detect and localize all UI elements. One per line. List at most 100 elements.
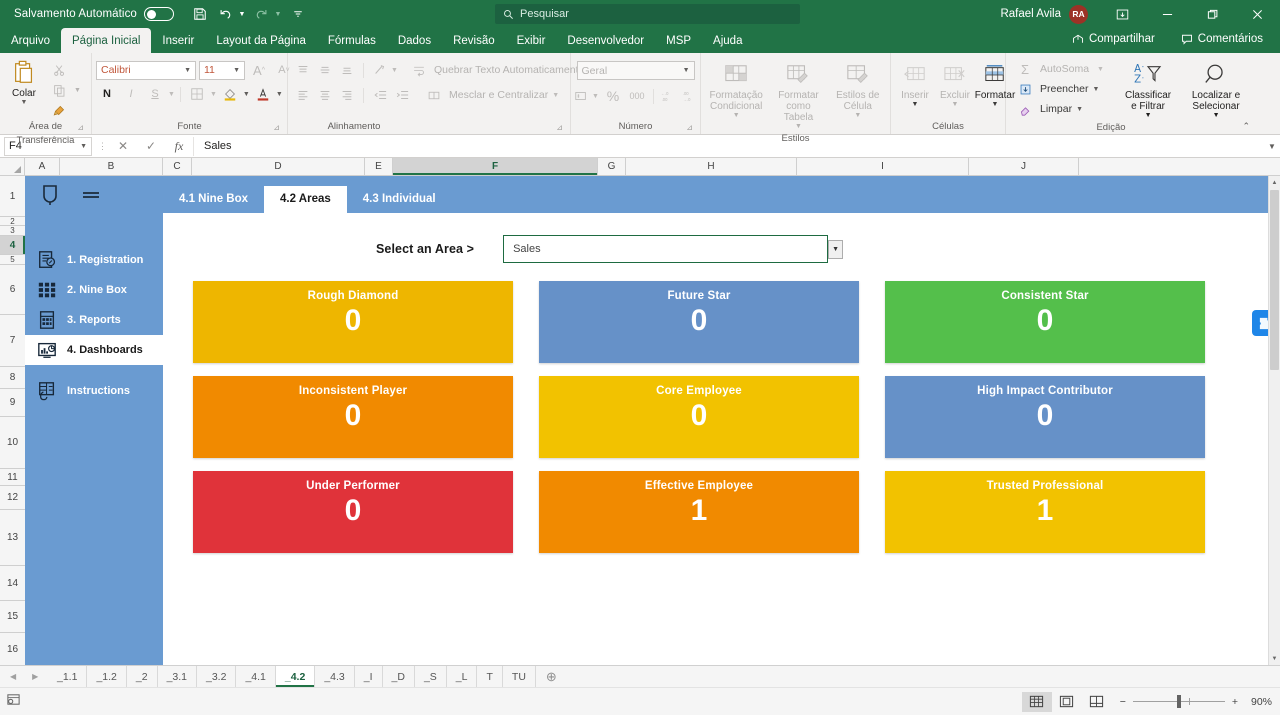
zoom-slider[interactable]: − + (1120, 695, 1238, 708)
row-header-12[interactable]: 12 (0, 486, 25, 510)
sheet-tab-tu[interactable]: TU (503, 666, 536, 687)
row-header-13[interactable]: 13 (0, 510, 25, 566)
decrease-indent-button[interactable] (369, 85, 391, 105)
card-rough-diamond[interactable]: Rough Diamond 0 (193, 281, 513, 363)
sheet-next-icon[interactable]: ▶ (32, 672, 38, 681)
find-select-button[interactable]: Localizar e Selecionar ▼ (1180, 58, 1252, 121)
paste-dropdown-icon[interactable]: ▼ (21, 99, 28, 106)
vertical-scroll-thumb[interactable] (1270, 190, 1279, 370)
sheet-tab-t[interactable]: T (477, 666, 503, 687)
merge-center-button[interactable]: Mesclar e Centralizar ▼ (419, 85, 563, 105)
page-layout-view-button[interactable] (1052, 692, 1082, 712)
font-dialog-launcher-icon[interactable]: ⊿ (273, 121, 280, 135)
ribbon-display-options-icon[interactable] (1100, 0, 1145, 28)
sheet-tab-2[interactable]: _2 (127, 666, 158, 687)
alignment-dialog-launcher-icon[interactable]: ⊿ (556, 121, 563, 135)
chevron-down-icon[interactable]: ▼ (912, 101, 919, 108)
sheet-tab-1-2[interactable]: _1.2 (87, 666, 127, 687)
card-future-star[interactable]: Future Star 0 (539, 281, 859, 363)
zoom-level-label[interactable]: 90% (1238, 696, 1272, 708)
orientation-dropdown-icon[interactable]: ▼ (391, 67, 398, 74)
page-break-view-button[interactable] (1082, 692, 1112, 712)
collapse-ribbon-icon[interactable]: ⌃ (1242, 121, 1250, 132)
sheet-tab-3-1[interactable]: _3.1 (158, 666, 197, 687)
scroll-up-icon[interactable]: ▲ (1269, 176, 1280, 189)
increase-decimal-button[interactable]: ←.0.00 (657, 86, 679, 106)
ribbon-tab-arquivo[interactable]: Arquivo (0, 28, 61, 53)
format-painter-button[interactable] (44, 100, 85, 120)
ribbon-tab-revisao[interactable]: Revisão (442, 28, 506, 53)
delete-cells-button[interactable]: Excluir ▼ (935, 58, 975, 110)
share-button[interactable]: Compartilhar (1063, 30, 1164, 48)
fill-color-button[interactable] (219, 84, 241, 104)
font-color-dropdown-icon[interactable]: ▼ (276, 91, 283, 98)
column-header-e[interactable]: E (365, 158, 393, 175)
row-header-1[interactable]: 1 (0, 176, 25, 217)
sidebar-item-instructions[interactable]: Instructions (25, 376, 163, 406)
chevron-down-icon[interactable]: ▼ (992, 101, 999, 108)
chevron-down-icon[interactable]: ▼ (233, 67, 240, 74)
column-header-d[interactable]: D (192, 158, 365, 175)
row-header-4[interactable]: 4 (0, 236, 25, 255)
row-header-9[interactable]: 9 (0, 389, 25, 417)
conditional-formatting-button[interactable]: Formatação Condicional ▼ (705, 58, 767, 121)
underline-button[interactable]: S (144, 84, 166, 104)
font-family-select[interactable]: Calibri ▼ (96, 60, 196, 80)
card-high-impact-contributor[interactable]: High Impact Contributor 0 (885, 376, 1205, 458)
column-header-a[interactable]: A (25, 158, 60, 175)
customize-quick-access-icon[interactable] (286, 3, 310, 25)
sheet-tab-4-1[interactable]: _4.1 (236, 666, 276, 687)
increase-indent-button[interactable] (391, 85, 413, 105)
ribbon-tab-ajuda[interactable]: Ajuda (702, 28, 753, 53)
cancel-edit-icon[interactable]: ✕ (109, 139, 137, 153)
save-icon[interactable] (188, 3, 212, 25)
row-header-14[interactable]: 14 (0, 566, 25, 601)
sort-filter-button[interactable]: AZ Classificar e Filtrar ▼ (1116, 58, 1180, 121)
column-header-h[interactable]: H (626, 158, 797, 175)
ribbon-tab-exibir[interactable]: Exibir (506, 28, 557, 53)
comments-button[interactable]: Comentários (1172, 30, 1272, 48)
borders-dropdown-icon[interactable]: ▼ (210, 91, 217, 98)
clear-button[interactable]: Limpar ▼ (1010, 99, 1108, 119)
chevron-down-icon[interactable]: ▼ (1097, 66, 1104, 73)
scroll-down-icon[interactable]: ▼ (1269, 652, 1280, 665)
ribbon-tab-inserir[interactable]: Inserir (151, 28, 205, 53)
sheet-tab-3-2[interactable]: _3.2 (197, 666, 237, 687)
chevron-down-icon[interactable]: ▼ (683, 67, 690, 74)
align-center-button[interactable] (314, 85, 336, 105)
undo-icon[interactable] (214, 3, 238, 25)
merge-dropdown-icon[interactable]: ▼ (552, 92, 559, 99)
minimize-button[interactable] (1145, 0, 1190, 28)
card-trusted-professional[interactable]: Trusted Professional 1 (885, 471, 1205, 553)
row-header-7[interactable]: 7 (0, 315, 25, 367)
sheet-tab-d[interactable]: _D (383, 666, 415, 687)
decrease-decimal-button[interactable]: .00 →.0 (679, 86, 701, 106)
wrap-text-button[interactable]: Quebrar Texto Automaticamente (404, 60, 588, 80)
card-core-employee[interactable]: Core Employee 0 (539, 376, 859, 458)
expand-formula-bar-icon[interactable]: ▼ (1264, 142, 1280, 151)
paste-button[interactable]: Colar ▼ (4, 56, 44, 108)
row-header-8[interactable]: 8 (0, 367, 25, 389)
card-inconsistent-player[interactable]: Inconsistent Player 0 (193, 376, 513, 458)
chevron-down-icon[interactable]: ▼ (1092, 86, 1099, 93)
chevron-down-icon[interactable]: ▼ (1076, 106, 1083, 113)
dashboard-tab-nine-box[interactable]: 4.1 Nine Box (163, 186, 264, 213)
sheet-tab-4-3[interactable]: _4.3 (315, 666, 355, 687)
column-header-j[interactable]: J (969, 158, 1079, 175)
chevron-down-icon[interactable]: ▼ (1213, 112, 1220, 119)
font-color-button[interactable] (252, 84, 274, 104)
card-effective-employee[interactable]: Effective Employee 1 (539, 471, 859, 553)
sheet-tab-i[interactable]: _I (355, 666, 383, 687)
comma-format-button[interactable]: 000 (624, 86, 650, 106)
autosave-switch[interactable] (143, 7, 174, 21)
clipboard-dialog-launcher-icon[interactable]: ⊿ (77, 121, 84, 135)
underline-dropdown-icon[interactable]: ▼ (168, 91, 175, 98)
orientation-button[interactable] (369, 60, 391, 80)
number-dialog-launcher-icon[interactable]: ⊿ (686, 121, 693, 135)
vertical-scrollbar[interactable]: ▲ ▼ (1268, 176, 1280, 665)
align-left-button[interactable] (292, 85, 314, 105)
user-name[interactable]: Rafael Avila (1000, 8, 1061, 20)
row-header-2[interactable]: 2 (0, 217, 25, 226)
row-header-15[interactable]: 15 (0, 601, 25, 633)
align-middle-button[interactable] (314, 60, 336, 80)
